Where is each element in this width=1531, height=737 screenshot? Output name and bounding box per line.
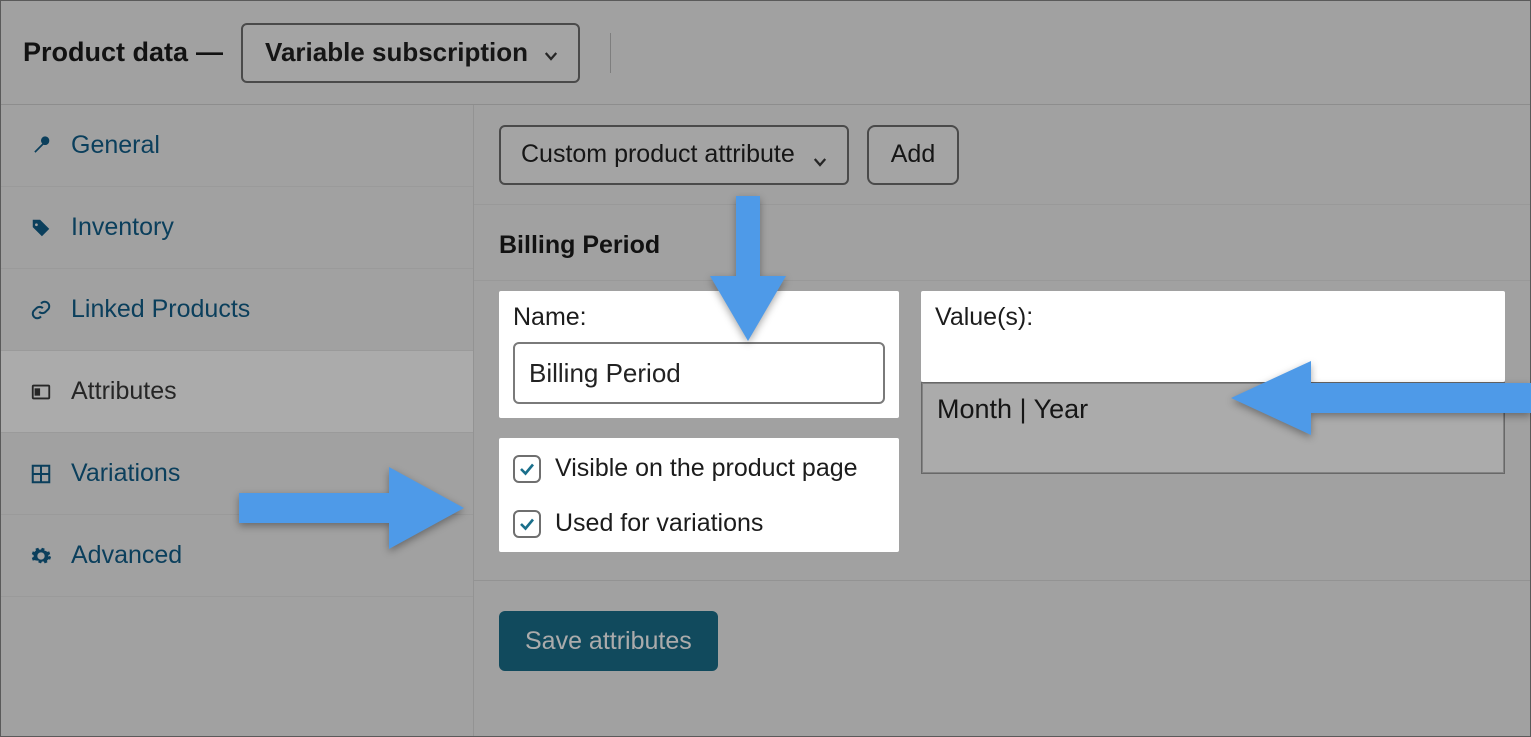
attribute-type-select[interactable]: Custom product attribute [499, 125, 849, 185]
name-label: Name: [513, 303, 885, 332]
tab-label: General [71, 131, 160, 160]
tab-variations[interactable]: Variations [1, 433, 473, 515]
attribute-row-body: Name: Visible on the product page [474, 281, 1530, 581]
attributes-panel: Custom product attribute Add Billing Per… [474, 105, 1530, 736]
link-icon [29, 298, 53, 322]
attribute-name-card: Name: [499, 291, 899, 418]
tag-icon [29, 216, 53, 240]
attribute-values-textarea[interactable]: Month | Year [922, 383, 1504, 473]
layout-icon [29, 380, 53, 404]
attribute-row-header[interactable]: Billing Period [474, 205, 1530, 281]
attribute-toolbar: Custom product attribute Add [474, 105, 1530, 205]
tab-inventory[interactable]: Inventory [1, 187, 473, 269]
attribute-name-input[interactable] [513, 342, 885, 404]
attribute-values-card: Value(s): [921, 291, 1505, 382]
product-type-value: Variable subscription [265, 37, 528, 68]
visible-checkbox[interactable] [513, 455, 541, 483]
tab-label: Linked Products [71, 295, 250, 324]
gear-icon [29, 544, 53, 568]
tab-label: Variations [71, 459, 180, 488]
grid-icon [29, 462, 53, 486]
tab-label: Attributes [71, 377, 177, 406]
used-for-variations-row[interactable]: Used for variations [513, 509, 885, 538]
product-data-tabs: General Inventory Linked Products Attrib… [1, 105, 474, 736]
save-attributes-button[interactable]: Save attributes [499, 611, 718, 671]
header-divider [610, 33, 611, 73]
tab-advanced[interactable]: Advanced [1, 515, 473, 597]
tab-attributes[interactable]: Attributes [1, 351, 473, 433]
chevron-down-icon [542, 47, 560, 65]
attribute-type-value: Custom product attribute [521, 140, 795, 169]
used-for-variations-label: Used for variations [555, 509, 763, 538]
wrench-icon [29, 134, 53, 158]
tab-label: Advanced [71, 541, 182, 570]
tab-general[interactable]: General [1, 105, 473, 187]
attribute-row-title: Billing Period [499, 231, 660, 259]
values-label: Value(s): [935, 303, 1491, 332]
visible-label: Visible on the product page [555, 454, 858, 483]
visible-on-product-page-row[interactable]: Visible on the product page [513, 454, 885, 483]
tab-linked-products[interactable]: Linked Products [1, 269, 473, 351]
attribute-options-card: Visible on the product page Used for var… [499, 438, 899, 552]
attributes-footer: Save attributes [474, 581, 1530, 701]
used-for-variations-checkbox[interactable] [513, 510, 541, 538]
chevron-down-icon [811, 149, 829, 167]
product-type-select[interactable]: Variable subscription [241, 23, 580, 83]
product-data-header: Product data — Variable subscription [1, 1, 1530, 105]
product-data-label: Product data [23, 37, 188, 68]
tab-label: Inventory [71, 213, 174, 242]
add-attribute-button[interactable]: Add [867, 125, 959, 185]
dash-separator: — [196, 37, 223, 68]
